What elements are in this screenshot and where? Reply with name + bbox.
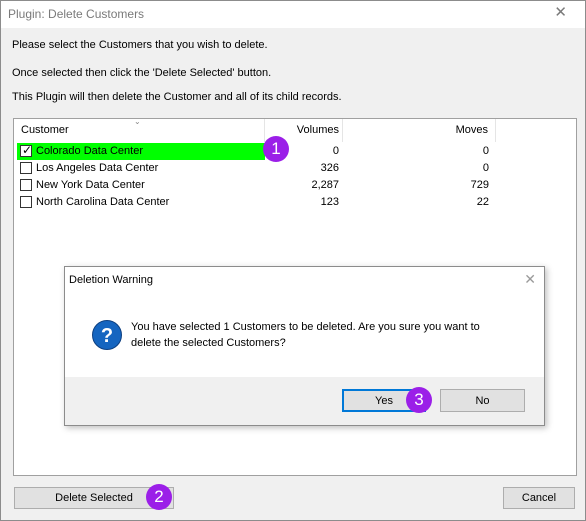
volumes-value: 326: [320, 162, 339, 174]
column-header-moves[interactable]: Moves: [343, 119, 496, 142]
volumes-value: 123: [320, 196, 339, 208]
dialog-close-icon[interactable]: ✕: [524, 271, 536, 288]
step-marker-2: 2: [146, 484, 172, 510]
step-marker-3: 3: [406, 387, 432, 413]
dialog-footer: Yes No: [65, 377, 544, 425]
plugin-window: Plugin: Delete Customers ✕ Please select…: [0, 0, 586, 521]
row-checkbox[interactable]: ✓: [20, 143, 33, 157]
close-icon[interactable]: ✕: [554, 4, 567, 22]
window-title: Plugin: Delete Customers: [8, 7, 145, 21]
cancel-button[interactable]: Cancel: [503, 487, 575, 509]
no-button[interactable]: No: [440, 389, 525, 412]
instruction-line-3: This Plugin will then delete the Custome…: [12, 91, 342, 103]
row-checkbox[interactable]: [20, 196, 32, 208]
dialog-message: You have selected 1 Customers to be dele…: [131, 321, 480, 349]
table-row[interactable]: New York Data Center 2,287 729: [14, 177, 496, 194]
title-bar: Plugin: Delete Customers ✕: [1, 1, 585, 28]
question-icon: ?: [92, 320, 122, 350]
row-checkbox[interactable]: [20, 162, 32, 174]
row-checkbox[interactable]: [20, 179, 32, 191]
deletion-warning-dialog: Deletion Warning ✕ ? You have selected 1…: [64, 266, 545, 426]
instruction-line-1: Please select the Customers that you wis…: [12, 39, 268, 51]
customer-name: Los Angeles Data Center: [36, 162, 159, 174]
moves-value: 0: [482, 162, 489, 174]
check-mark-icon: ✓: [22, 143, 33, 157]
table-row[interactable]: ✓ Colorado Data Center 0 0: [14, 143, 496, 160]
customer-name: North Carolina Data Center: [36, 196, 170, 208]
step-marker-1: 1: [263, 136, 289, 162]
column-header-customer[interactable]: ⌄ Customer: [14, 117, 265, 142]
customer-name: New York Data Center: [36, 179, 145, 191]
moves-value: 22: [476, 196, 489, 208]
instruction-line-2: Once selected then click the 'Delete Sel…: [12, 67, 272, 79]
table-row[interactable]: North Carolina Data Center 123 22: [14, 194, 496, 211]
table-row[interactable]: Los Angeles Data Center 326 0: [14, 160, 496, 177]
customer-name: Colorado Data Center: [36, 145, 144, 157]
sort-arrow-icon: ⌄: [134, 117, 141, 126]
moves-value: 729: [470, 179, 489, 191]
moves-value: 0: [482, 145, 489, 157]
dialog-title: Deletion Warning: [69, 274, 153, 286]
volumes-value: 2,287: [311, 179, 339, 191]
